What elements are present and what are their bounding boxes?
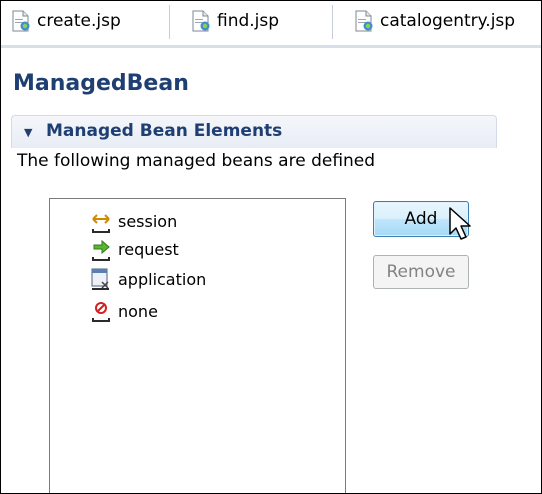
list-item-label: request	[118, 239, 179, 259]
tab-catalogentry-jsp[interactable]: catalogentry.jsp	[344, 1, 515, 41]
list-item-label: application	[118, 269, 207, 289]
tab-separator	[332, 5, 333, 39]
tab-separator	[169, 5, 170, 39]
tab-label: create.jsp	[37, 11, 121, 31]
list-item-request[interactable]: request	[90, 235, 179, 263]
list-item-label: session	[118, 211, 178, 231]
list-item-application[interactable]: application	[90, 265, 206, 293]
section-title: Managed Bean Elements	[46, 121, 283, 141]
list-item-label: none	[118, 301, 158, 321]
tab-bar-divider	[1, 45, 541, 48]
none-scope-icon	[90, 299, 112, 323]
application-scope-icon	[90, 267, 112, 291]
editor-tab-bar: create.jsp find.jsp catalogentry.jsp	[1, 1, 541, 45]
mouse-pointer-icon	[449, 207, 471, 240]
jsp-file-icon	[11, 10, 31, 32]
managed-bean-editor: create.jsp find.jsp catalogentry.jsp Man…	[0, 0, 542, 494]
list-item-none[interactable]: none	[90, 297, 158, 325]
remove-button[interactable]: Remove	[373, 255, 469, 289]
tab-label: catalogentry.jsp	[380, 11, 516, 31]
tab-label: find.jsp	[217, 11, 280, 31]
section-description: The following managed beans are defined	[17, 151, 376, 171]
tab-find-jsp[interactable]: find.jsp	[181, 1, 279, 41]
session-scope-icon	[90, 209, 112, 233]
managed-bean-list[interactable]: session request application none	[49, 198, 346, 493]
page-title: ManagedBean	[13, 71, 189, 96]
tab-create-jsp[interactable]: create.jsp	[1, 1, 121, 41]
collapse-triangle-icon[interactable]: ▼	[24, 126, 32, 139]
jsp-file-icon	[354, 10, 374, 32]
request-scope-icon	[90, 237, 112, 261]
list-item-session[interactable]: session	[90, 207, 177, 235]
jsp-file-icon	[191, 10, 211, 32]
section-header[interactable]: ▼ Managed Bean Elements	[11, 115, 497, 148]
